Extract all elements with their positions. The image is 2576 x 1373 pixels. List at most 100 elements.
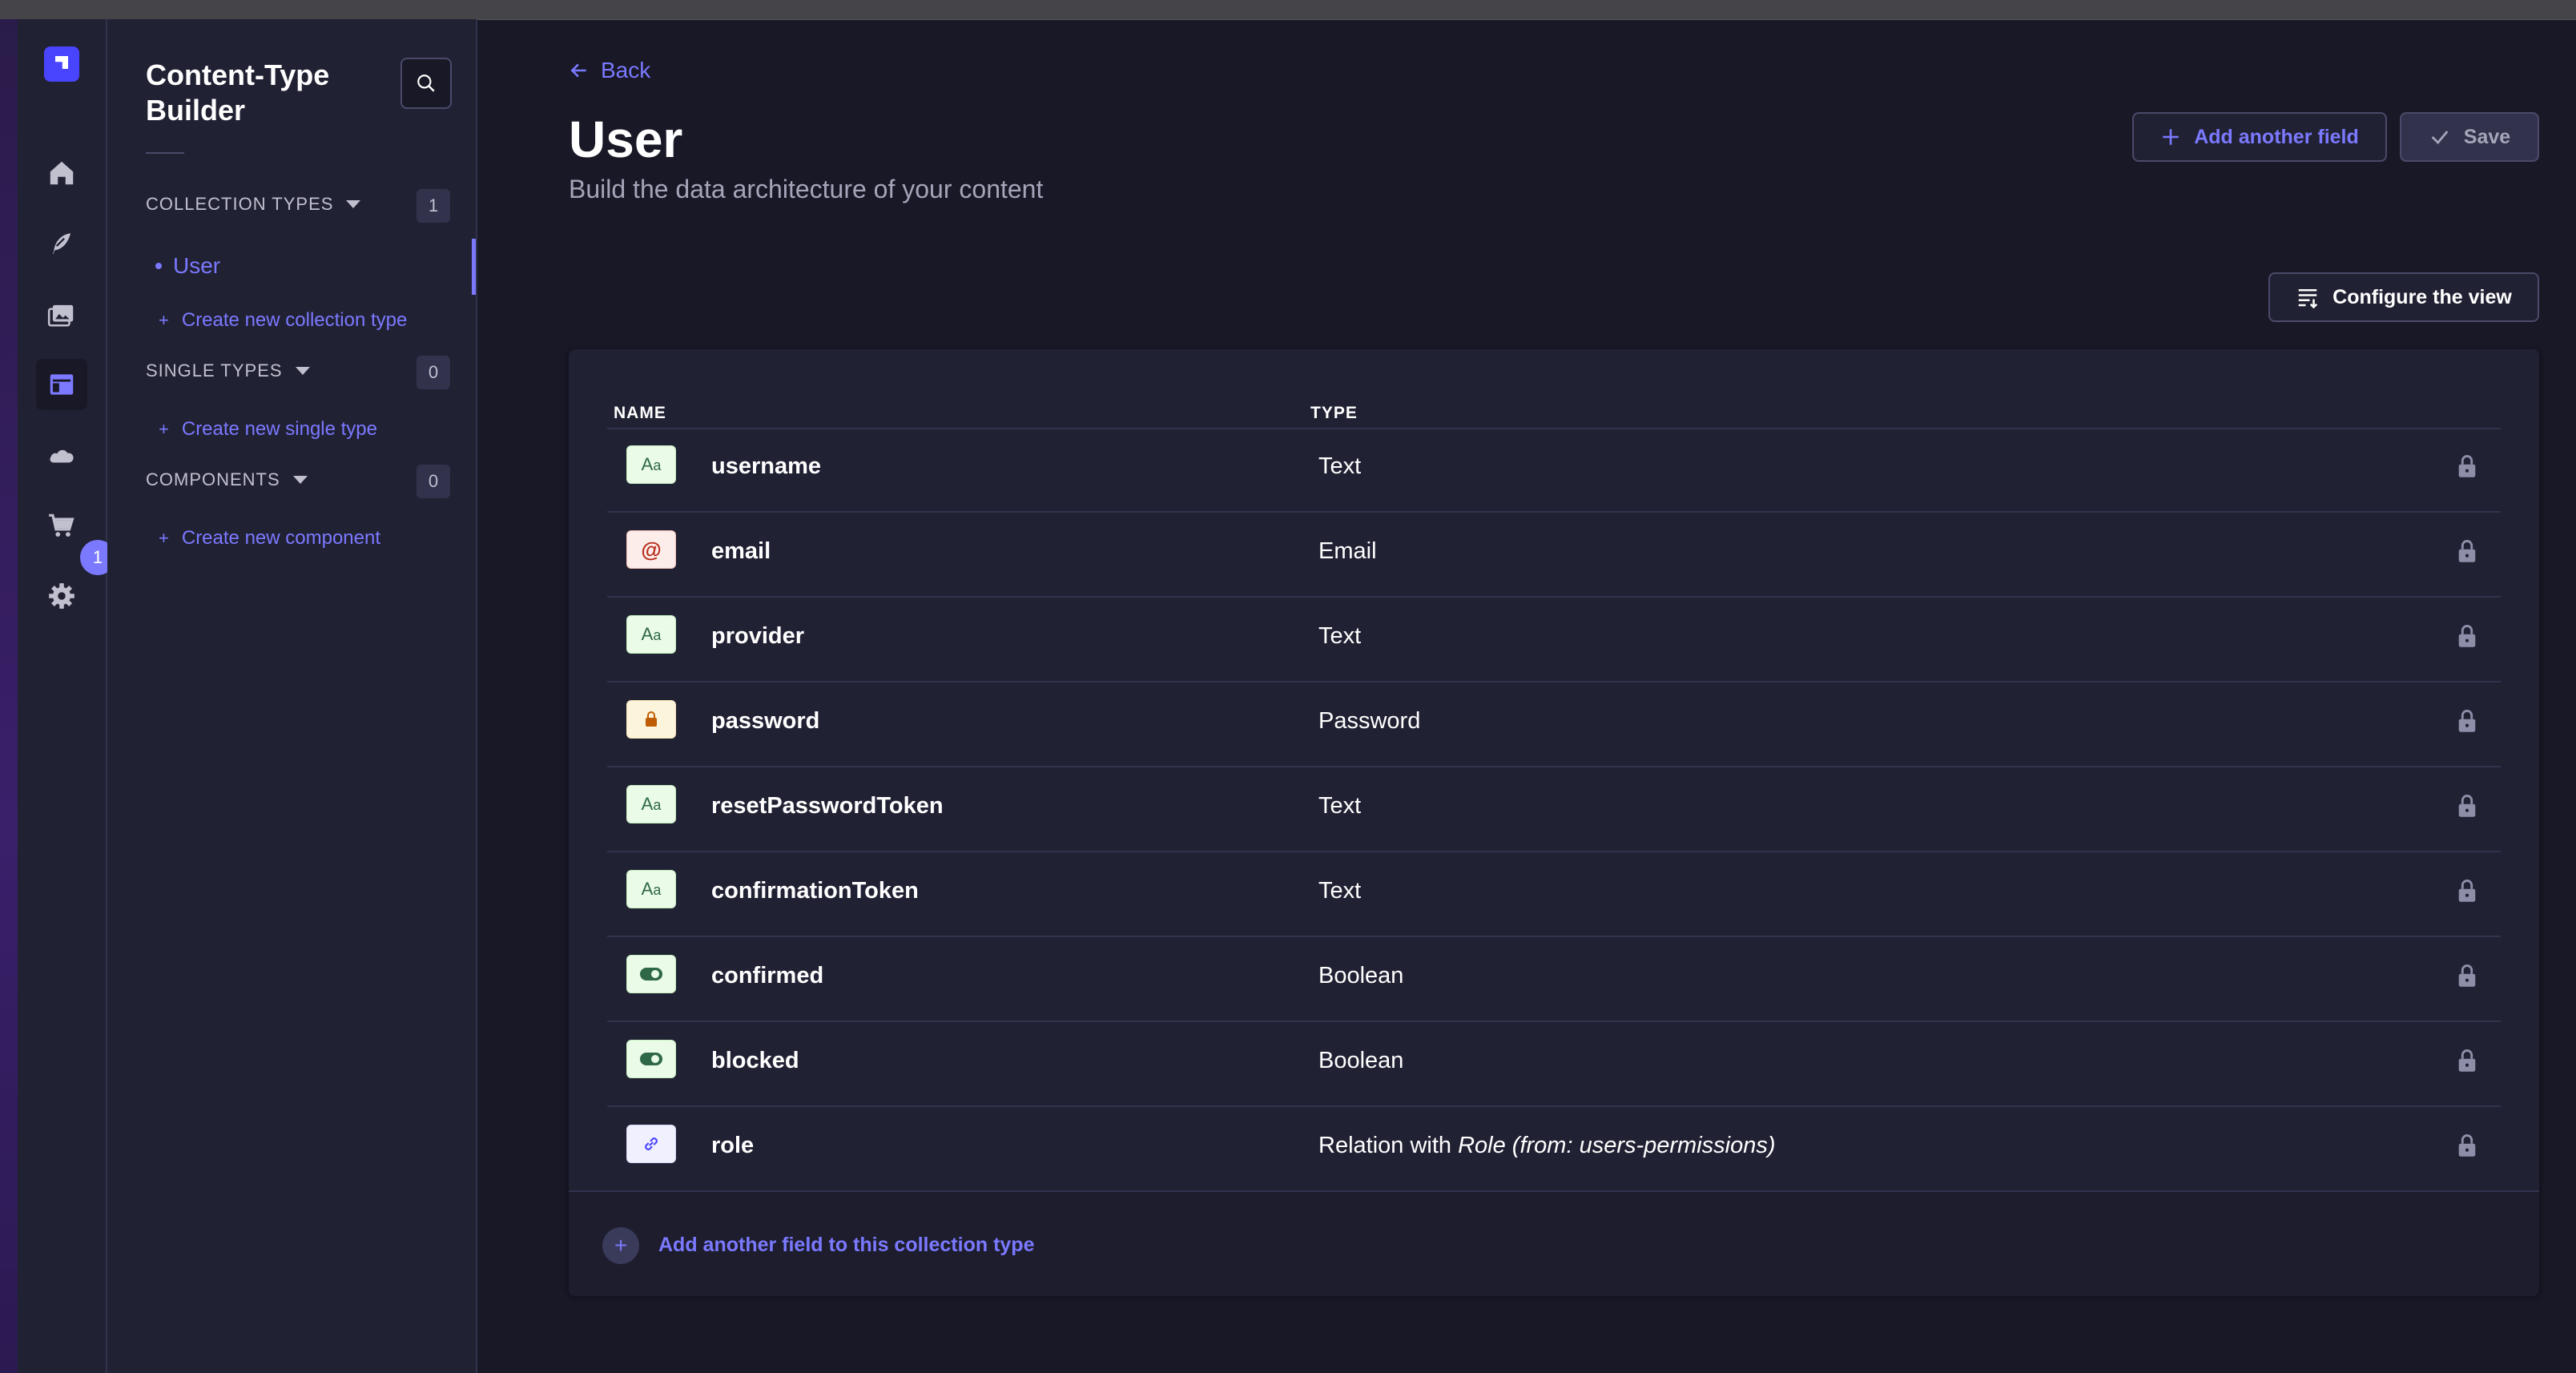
save-button[interactable]: Save <box>2400 112 2539 162</box>
table-row[interactable]: confirmed Boolean <box>607 937 2501 1022</box>
table-row[interactable]: Aa confirmationToken Text <box>607 852 2501 937</box>
desktop-edge <box>0 19 18 1373</box>
boolean-toggle-icon <box>626 1040 676 1078</box>
field-name: role <box>711 1133 755 1158</box>
content-type-builder-icon[interactable] <box>36 359 87 410</box>
boolean-toggle-icon <box>626 955 676 993</box>
table-row[interactable]: blocked Boolean <box>607 1022 2501 1107</box>
settings-gear-icon[interactable] <box>36 570 87 622</box>
text-field-icon: Aa <box>626 615 676 654</box>
sidebar-item-label: User <box>173 253 221 278</box>
field-type: Email <box>1318 538 1377 565</box>
create-component-label: Create new component <box>181 527 381 549</box>
lock-icon <box>2456 538 2478 564</box>
configure-view-button[interactable]: Configure the view <box>2268 272 2539 322</box>
field-name: password <box>711 708 820 734</box>
active-indicator <box>472 239 476 295</box>
lock-icon <box>2456 793 2478 819</box>
field-name: username <box>711 453 822 479</box>
field-type: Text <box>1318 878 1361 904</box>
field-type-label: Email <box>1318 538 1377 564</box>
bullet-icon <box>155 263 162 269</box>
content-manager-feather-icon[interactable] <box>36 218 87 269</box>
plus-icon: + <box>159 419 169 439</box>
field-name: blocked <box>711 1048 799 1073</box>
fields-table-card: NAME TYPE Aa username Text @ email Email Aa pro… <box>569 349 2539 1296</box>
single-types-count: 0 <box>417 356 450 389</box>
table-row[interactable]: Aa provider Text <box>607 598 2501 682</box>
field-type-label: Relation with <box>1318 1133 1459 1158</box>
field-name: resetPasswordToken <box>711 793 944 819</box>
field-type: Text <box>1318 623 1361 650</box>
cloud-icon[interactable] <box>36 429 87 481</box>
create-single-type-link[interactable]: + Create new single type <box>159 418 377 441</box>
lock-icon <box>2456 1048 2478 1073</box>
field-type-label: Text <box>1318 623 1362 649</box>
create-component-link[interactable]: + Create new component <box>159 527 380 550</box>
text-field-icon: Aa <box>626 785 676 823</box>
table-row[interactable]: Aa username Text <box>607 428 2501 513</box>
window-top-bar <box>0 0 2576 20</box>
list-settings-icon <box>2298 289 2318 309</box>
plus-circle-icon: + <box>602 1227 639 1264</box>
sidebar-item-user[interactable]: User <box>155 253 220 279</box>
field-type: Relation with Role (from: users-permissi… <box>1318 1133 1776 1159</box>
sidebar-search-button[interactable] <box>400 58 452 109</box>
create-collection-type-label: Create new collection type <box>181 309 408 331</box>
lock-icon <box>2456 623 2478 649</box>
lock-icon <box>2456 1133 2478 1158</box>
media-library-icon[interactable] <box>36 288 87 340</box>
field-type-label: Password <box>1318 708 1421 734</box>
field-type-label: Text <box>1318 793 1362 819</box>
table-footer[interactable]: + Add another field to this collection t… <box>569 1190 2539 1296</box>
caret-down-icon <box>346 200 361 208</box>
sidebar-title: Content-Type Builder <box>146 58 330 127</box>
lock-icon <box>2456 708 2478 734</box>
back-label: Back <box>601 58 651 83</box>
lock-icon <box>2456 878 2478 904</box>
plus-icon <box>2163 129 2179 145</box>
components-header[interactable]: COMPONENTS <box>146 469 308 490</box>
page-subtitle: Build the data architecture of your cont… <box>569 175 1044 203</box>
table-row[interactable]: Aa resetPasswordToken Text <box>607 767 2501 852</box>
create-collection-type-link[interactable]: + Create new collection type <box>159 309 407 332</box>
components-label: COMPONENTS <box>146 469 280 489</box>
configure-view-label: Configure the view <box>2332 285 2512 308</box>
field-type-label: Boolean <box>1318 963 1404 988</box>
field-name: email <box>711 538 771 564</box>
page-title: User <box>569 111 683 168</box>
field-type: Boolean <box>1318 1048 1403 1074</box>
add-field-to-collection-link[interactable]: Add another field to this collection typ… <box>658 1234 1034 1257</box>
table-row[interactable]: @ email Email <box>607 513 2501 598</box>
table-header: NAME TYPE <box>607 378 2501 429</box>
check-icon <box>2431 131 2449 145</box>
field-type: Text <box>1318 453 1361 480</box>
add-another-field-label: Add another field <box>2194 125 2359 148</box>
components-count: 0 <box>417 465 450 498</box>
add-another-field-button[interactable]: Add another field <box>2132 112 2387 162</box>
table-row[interactable]: role Relation with Role (from: users-perm… <box>607 1107 2501 1190</box>
email-field-icon: @ <box>626 530 676 569</box>
app-logo[interactable] <box>44 46 79 82</box>
relation-target: Role (from: users-permissions) <box>1458 1133 1776 1158</box>
field-name: confirmed <box>711 963 824 988</box>
arrow-left-icon <box>570 63 586 78</box>
collection-types-label: COLLECTION TYPES <box>146 194 334 214</box>
search-icon <box>417 74 435 92</box>
content-type-sidebar: Content-Type Builder COLLECTION TYPES 1 … <box>107 19 477 1373</box>
back-link[interactable]: Back <box>569 58 650 83</box>
single-types-header[interactable]: SINGLE TYPES <box>146 360 310 381</box>
table-row[interactable]: password Password <box>607 682 2501 767</box>
single-types-label: SINGLE TYPES <box>146 360 283 380</box>
field-name: provider <box>711 623 805 649</box>
lock-icon <box>2456 453 2478 479</box>
caret-down-icon <box>295 367 310 375</box>
collection-types-header[interactable]: COLLECTION TYPES <box>146 194 361 215</box>
marketplace-cart-icon[interactable] <box>36 500 87 551</box>
home-icon[interactable] <box>36 147 87 199</box>
lock-icon <box>2456 963 2478 988</box>
create-single-type-label: Create new single type <box>181 418 377 440</box>
field-type-label: Text <box>1318 878 1362 904</box>
save-label: Save <box>2463 125 2511 148</box>
field-type-label: Text <box>1318 453 1362 479</box>
